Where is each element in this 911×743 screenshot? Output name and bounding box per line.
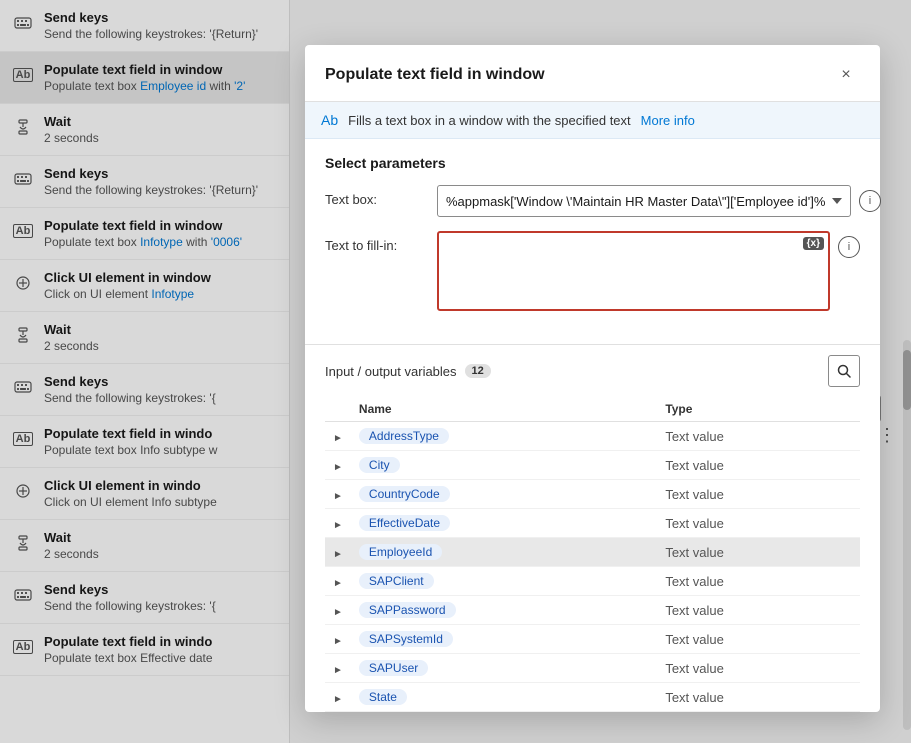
text-to-fill-control-wrap: {x} i — [437, 231, 860, 314]
variable-name: SAPPassword — [351, 596, 657, 625]
variable-type: Text value — [657, 654, 860, 683]
textbox-label: Text box: — [325, 185, 425, 207]
variable-row[interactable]: ► City Text value — [325, 451, 860, 480]
variables-label: Input / output variables — [325, 364, 457, 379]
variable-row[interactable]: ► EffectiveDate Text value — [325, 509, 860, 538]
info-banner-text: Fills a text box in a window with the sp… — [348, 113, 631, 128]
modal-title: Populate text field in window — [325, 66, 545, 84]
expand-icon[interactable]: ► — [325, 625, 351, 654]
info-icon: i — [869, 195, 871, 207]
info-banner-icon: Ab — [321, 112, 338, 128]
text-fill-info-button[interactable]: i — [838, 236, 860, 258]
variable-name-tag: CountryCode — [359, 486, 450, 502]
variable-name-tag: SAPClient — [359, 573, 434, 589]
textarea-wrap: {x} — [437, 231, 830, 314]
info-icon-2: i — [848, 241, 850, 253]
variable-type: Text value — [657, 480, 860, 509]
textbox-row: Text box: %appmask['Window \'Maintain HR… — [325, 185, 860, 217]
variables-search-button[interactable] — [828, 355, 860, 387]
textbox-info-button[interactable]: i — [859, 190, 881, 212]
variable-row[interactable]: ► SAPPassword Text value — [325, 596, 860, 625]
variable-type: Text value — [657, 683, 860, 712]
variable-name-tag: EmployeeId — [359, 544, 442, 560]
variables-header-left: Input / output variables 12 — [325, 364, 491, 379]
variable-type: Text value — [657, 538, 860, 567]
variable-name-tag: City — [359, 457, 400, 473]
variable-type: Text value — [657, 625, 860, 654]
variable-type: Text value — [657, 567, 860, 596]
variable-row[interactable]: ► State Text value — [325, 683, 860, 712]
variable-type: Text value — [657, 596, 860, 625]
expand-icon[interactable]: ► — [325, 451, 351, 480]
expand-icon[interactable]: ► — [325, 538, 351, 567]
expand-icon[interactable]: ► — [325, 596, 351, 625]
expand-icon[interactable]: ► — [325, 509, 351, 538]
variable-badge[interactable]: {x} — [803, 237, 824, 250]
variables-header: Input / output variables 12 — [325, 345, 860, 397]
expand-icon[interactable]: ► — [325, 422, 351, 451]
variable-row[interactable]: ► SAPClient Text value — [325, 567, 860, 596]
variable-name: AddressType — [351, 422, 657, 451]
text-to-fill-label: Text to fill-in: — [325, 231, 425, 253]
textbox-select[interactable]: %appmask['Window \'Maintain HR Master Da… — [437, 185, 851, 217]
info-banner: Ab Fills a text box in a window with the… — [305, 102, 880, 139]
text-to-fill-input[interactable] — [437, 231, 830, 311]
more-info-link[interactable]: More info — [641, 113, 695, 128]
col-type-header: Type — [657, 397, 860, 422]
search-icon — [837, 364, 851, 378]
variable-name: SAPUser — [351, 654, 657, 683]
variable-row[interactable]: ► SAPSystemId Text value — [325, 625, 860, 654]
variable-name-tag: SAPUser — [359, 660, 428, 676]
text-to-fill-row: Text to fill-in: {x} i — [325, 231, 860, 314]
variable-name: EffectiveDate — [351, 509, 657, 538]
col-name-header: Name — [351, 397, 657, 422]
close-button[interactable]: × — [832, 61, 860, 89]
expand-icon[interactable]: ► — [325, 654, 351, 683]
expand-icon[interactable]: ► — [325, 567, 351, 596]
variable-type: Text value — [657, 451, 860, 480]
variable-name: SAPSystemId — [351, 625, 657, 654]
variable-name-tag: SAPPassword — [359, 602, 456, 618]
variable-row[interactable]: ► EmployeeId Text value — [325, 538, 860, 567]
variable-name: SAPClient — [351, 567, 657, 596]
variable-row[interactable]: ► CountryCode Text value — [325, 480, 860, 509]
modal-dialog: Populate text field in window × Ab Fills… — [305, 45, 880, 712]
expand-icon[interactable]: ► — [325, 683, 351, 712]
variable-name: EmployeeId — [351, 538, 657, 567]
modal-body: Select parameters Text box: %appmask['Wi… — [305, 139, 880, 344]
variable-name-tag: SAPSystemId — [359, 631, 453, 647]
expand-icon[interactable]: ► — [325, 480, 351, 509]
variable-type: Text value — [657, 422, 860, 451]
variable-name-tag: State — [359, 689, 407, 705]
variable-name: CountryCode — [351, 480, 657, 509]
col-expand — [325, 397, 351, 422]
variable-name-tag: AddressType — [359, 428, 449, 444]
modal-header: Populate text field in window × — [305, 45, 880, 102]
textbox-control-wrap: %appmask['Window \'Maintain HR Master Da… — [437, 185, 881, 217]
variable-row[interactable]: ► AddressType Text value — [325, 422, 860, 451]
section-title: Select parameters — [325, 155, 860, 171]
variable-name: City — [351, 451, 657, 480]
variable-row[interactable]: ► SAPUser Text value — [325, 654, 860, 683]
variables-count: 12 — [465, 364, 491, 378]
variables-section: Input / output variables 12 Name Type ► A… — [305, 344, 880, 712]
variable-type: Text value — [657, 509, 860, 538]
variable-name: State — [351, 683, 657, 712]
variables-table: Name Type ► AddressType Text value ► City Tex… — [325, 397, 860, 712]
variable-name-tag: EffectiveDate — [359, 515, 450, 531]
